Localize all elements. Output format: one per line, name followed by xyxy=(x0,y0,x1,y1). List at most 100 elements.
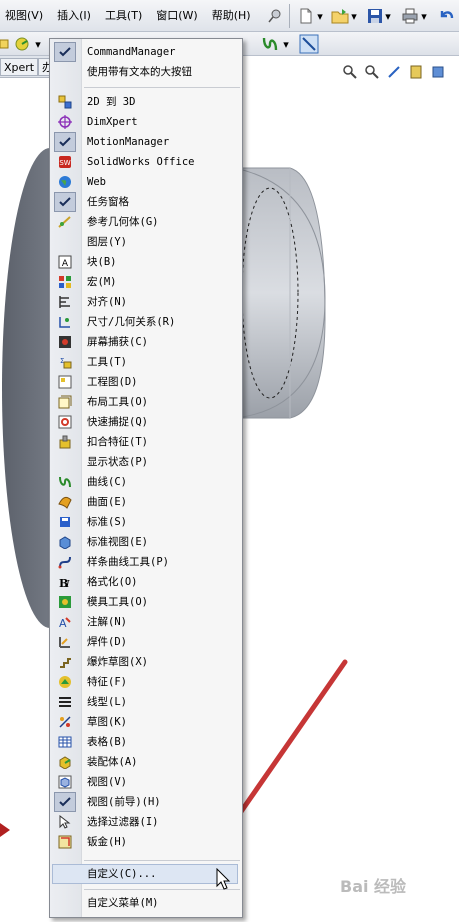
menu-item-toolbar[interactable]: 曲面(E) xyxy=(50,492,242,512)
drawing-icon xyxy=(56,373,74,391)
menu-item-customize[interactable]: 自定义(C)... xyxy=(50,864,242,884)
menu-item-toolbar[interactable]: SW SolidWorks Office xyxy=(50,152,242,172)
menu-item-toolbar[interactable]: Web xyxy=(50,172,242,192)
menu-item-toolbar[interactable]: DimXpert xyxy=(50,112,242,132)
menu-item-label: 自定义菜单(M) xyxy=(87,897,159,909)
menu-item-toolbar[interactable]: 钣金(H) xyxy=(50,832,242,852)
zoom-area-icon[interactable] xyxy=(364,64,380,80)
pin-icon[interactable] xyxy=(263,4,287,28)
menu-item-toolbar[interactable]: A 块(B) xyxy=(50,252,242,272)
check-icon xyxy=(56,43,74,61)
heads-up-view-toolbar xyxy=(342,64,459,82)
menu-item-label: CommandManager xyxy=(87,46,176,58)
menu-item-toolbar[interactable]: 标准视图(E) xyxy=(50,532,242,552)
menu-item-label: 快速捕捉(Q) xyxy=(87,416,148,428)
previous-view-icon[interactable] xyxy=(386,64,402,80)
menu-item-label: SolidWorks Office xyxy=(87,156,195,168)
dimxpert-icon xyxy=(56,113,74,131)
selection-filter-icon xyxy=(56,813,74,831)
surface-icon xyxy=(56,493,74,511)
menu-item-label: 特征(F) xyxy=(87,676,127,688)
menu-item-toolbar[interactable]: 显示状态(P) xyxy=(50,452,242,472)
menu-item-toolbar[interactable]: 尺寸/几何关系(R) xyxy=(50,312,242,332)
menu-item-toolbar[interactable]: Σ 工具(T) xyxy=(50,352,242,372)
menu-item-toolbar[interactable]: MotionManager xyxy=(50,132,242,152)
menu-item-toolbar[interactable]: 布局工具(O) xyxy=(50,392,242,412)
menu-item-label: 钣金(H) xyxy=(87,836,127,848)
menu-insert[interactable]: 插入(I) xyxy=(52,0,96,32)
chevron-down-icon[interactable]: ▾ xyxy=(348,4,360,28)
menu-item-toolbar[interactable]: 工程图(D) xyxy=(50,372,242,392)
spline-icon xyxy=(56,553,74,571)
menu-item-label: 标准视图(E) xyxy=(87,536,148,548)
undo-icon[interactable] xyxy=(434,4,458,28)
chevron-down-icon[interactable]: ▾ xyxy=(418,4,430,28)
menu-item-toolbar[interactable]: 2D 到 3D xyxy=(50,92,242,112)
menu-item-label: 视图(前导)(H) xyxy=(87,796,161,808)
fastening-icon xyxy=(56,433,74,451)
menu-item-label: 自定义(C)... xyxy=(87,868,157,880)
section-view-icon[interactable] xyxy=(408,64,424,80)
menu-separator xyxy=(84,860,240,861)
chevron-down-icon[interactable]: ▾ xyxy=(382,4,394,28)
menu-item-toolbar[interactable]: 宏(M) xyxy=(50,272,242,292)
view-icon xyxy=(56,773,74,791)
menu-item-toolbar[interactable]: 视图(前导)(H) xyxy=(50,792,242,812)
menu-item-label: Web xyxy=(87,176,106,188)
menu-item-toolbar[interactable]: B I 格式化(O) xyxy=(50,572,242,592)
menu-item-label: 块(B) xyxy=(87,256,117,268)
check-icon xyxy=(56,193,74,211)
menu-item-toolbar[interactable]: A 注解(N) xyxy=(50,612,242,632)
chevron-down-icon[interactable]: ▾ xyxy=(281,34,291,54)
menu-item-label: 焊件(D) xyxy=(87,636,127,648)
menu-item-toolbar[interactable]: 对齐(N) xyxy=(50,292,242,312)
menu-item-toolbar[interactable]: 模具工具(O) xyxy=(50,592,242,612)
menu-item-toolbar[interactable]: 屏幕捕获(C) xyxy=(50,332,242,352)
menu-item-toolbar[interactable]: 任务窗格 xyxy=(50,192,242,212)
view-orientation-icon[interactable] xyxy=(430,64,446,80)
toolbar-separator xyxy=(289,4,290,28)
menu-item-toolbar[interactable]: 线型(L) xyxy=(50,692,242,712)
menu-tools[interactable]: 工具(T) xyxy=(100,0,147,32)
sketch-tool-icon[interactable] xyxy=(0,34,10,54)
menu-item-label: 表格(B) xyxy=(87,736,127,748)
solidworks-office-icon: SW xyxy=(56,153,74,171)
menu-item-toolbar[interactable]: 焊件(D) xyxy=(50,632,242,652)
menu-item-label: 模具工具(O) xyxy=(87,596,148,608)
menu-item-toolbar[interactable]: 曲线(C) xyxy=(50,472,242,492)
chevron-down-icon[interactable]: ▾ xyxy=(33,34,43,54)
menu-item-toolbar[interactable]: 装配体(A) xyxy=(50,752,242,772)
menu-view[interactable]: 视图(V) xyxy=(0,0,48,32)
sketch-view-icon[interactable] xyxy=(298,34,320,54)
cube-icon[interactable] xyxy=(12,34,32,54)
menu-window[interactable]: 窗口(W) xyxy=(151,0,202,32)
menu-item-label: 爆炸草图(X) xyxy=(87,656,148,668)
menu-item-toolbar[interactable]: 图层(Y) xyxy=(50,232,242,252)
menu-help[interactable]: 帮助(H) xyxy=(207,0,256,32)
tab-dimxpert[interactable]: Xpert xyxy=(0,58,39,76)
menu-item-large-buttons[interactable]: 使用带有文本的大按钮 xyxy=(50,62,242,82)
menu-item-toolbar[interactable]: 草图(K) xyxy=(50,712,242,732)
menu-item-toolbar[interactable]: 扣合特征(T) xyxy=(50,432,242,452)
menu-item-toolbar[interactable]: 表格(B) xyxy=(50,732,242,752)
menu-item-toolbar[interactable]: 特征(F) xyxy=(50,672,242,692)
menu-item-toolbar[interactable]: 爆炸草图(X) xyxy=(50,652,242,672)
curve-tool-icon[interactable] xyxy=(260,34,280,54)
menu-item-label: 工程图(D) xyxy=(87,376,138,388)
menu-item-toolbar[interactable]: 快速捕捉(Q) xyxy=(50,412,242,432)
menu-item-customize-menu[interactable]: 自定义菜单(M) xyxy=(50,893,242,913)
menu-item-label: DimXpert xyxy=(87,116,138,128)
annotation-icon: A xyxy=(56,613,74,631)
menu-item-toolbar[interactable]: 样条曲线工具(P) xyxy=(50,552,242,572)
svg-text:SW: SW xyxy=(59,159,70,167)
assembly-icon xyxy=(56,753,74,771)
menu-item-toolbar[interactable]: 视图(V) xyxy=(50,772,242,792)
menu-item-toolbar[interactable]: 标准(S) xyxy=(50,512,242,532)
menu-item-toolbar[interactable]: 选择过滤器(I) xyxy=(50,812,242,832)
standard-icon xyxy=(56,513,74,531)
menu-item-commandmanager[interactable]: CommandManager xyxy=(50,42,242,62)
menu-item-label: 宏(M) xyxy=(87,276,117,288)
menu-item-toolbar[interactable]: 参考几何体(G) xyxy=(50,212,242,232)
zoom-fit-icon[interactable] xyxy=(342,64,358,80)
chevron-down-icon[interactable]: ▾ xyxy=(314,4,326,28)
